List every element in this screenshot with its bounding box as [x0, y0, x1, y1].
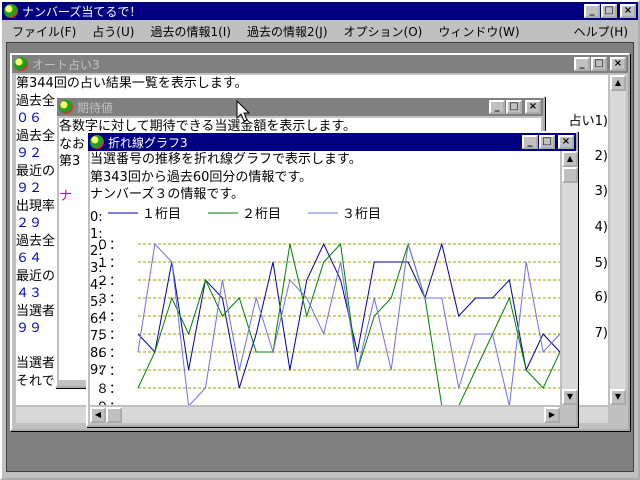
close-icon[interactable]: × [620, 4, 636, 18]
menu-past-info-1[interactable]: 過去の情報1(I) [142, 23, 239, 40]
menu-fortune[interactable]: 占う(U) [84, 23, 142, 40]
graph-title: 折れ線グラフ3 [108, 135, 188, 150]
y-tick-label: ４： [96, 310, 122, 325]
graph-close-icon[interactable]: × [558, 135, 574, 149]
graph-content: 当選番号の推移を折れ線グラフで表示します。 第343回から過去60回分の情報です… [90, 151, 560, 405]
fortune-title: オート占い3 [32, 57, 100, 72]
expect-maximize-icon[interactable]: □ [506, 100, 522, 114]
fortune-right-item: 2) [594, 149, 608, 164]
menu-options[interactable]: オプション(O) [336, 23, 431, 40]
minimize-icon[interactable]: _ [584, 4, 600, 18]
maximize-icon[interactable]: □ [601, 4, 617, 18]
fortune-line: 第344回の占い結果一覧を表示します。 [16, 76, 248, 91]
menu-help[interactable]: ヘルプ(H) [566, 23, 636, 40]
menu-file[interactable]: ファイル(F) [4, 23, 84, 40]
fortune-right-item: 7) [594, 326, 608, 341]
graph-hscroll-thumb[interactable] [106, 407, 122, 423]
fortune-maximize-icon[interactable]: □ [591, 57, 607, 71]
graph-scroll-right-icon[interactable]: ▶ [544, 407, 560, 423]
expect-minimize-icon[interactable]: _ [489, 100, 505, 114]
fortune-close-icon[interactable]: × [610, 57, 626, 71]
expect-titlebar[interactable]: 期待値 _ □ × [57, 98, 543, 116]
graph-scroll-down-icon[interactable]: ▼ [562, 389, 578, 405]
fortune-window-icon[interactable] [14, 57, 28, 71]
y-tick-label: ３： [96, 292, 122, 307]
graph-horizontal-scrollbar[interactable]: ◀ ▶ [90, 407, 560, 423]
graph-scroll-thumb[interactable] [562, 167, 578, 183]
y-tick-label: ６： [96, 346, 122, 361]
fortune-vertical-scrollbar[interactable]: ▲ ▼ [610, 75, 626, 405]
fortune-right-item: 4) [594, 220, 608, 235]
expect-title: 期待値 [77, 100, 114, 115]
graph-scroll-up-icon[interactable]: ▲ [562, 151, 578, 167]
fortune-right-item: 占い1) [568, 114, 608, 129]
graph-scroll-left-icon[interactable]: ◀ [90, 407, 106, 423]
app-icon[interactable] [4, 4, 18, 18]
legend-label: １桁目 [142, 207, 181, 222]
main-titlebar[interactable]: ナンバーズ当てるで！ _ □ × [2, 2, 638, 20]
fortune-right-item: 3) [594, 184, 608, 199]
graph-window: 折れ線グラフ3 _ □ × 当選番号の推移を折れ線グラフで表示します。 第343… [86, 131, 578, 427]
y-tick-label: ９： [96, 400, 122, 405]
fortune-titlebar[interactable]: オート占い3 _ □ × [12, 55, 628, 73]
graph-vertical-scrollbar[interactable]: ▲ ▼ [562, 151, 578, 405]
fortune-scroll-up-icon[interactable]: ▲ [610, 75, 626, 91]
graph-maximize-icon[interactable]: □ [539, 135, 555, 149]
y-tick-label: ７： [96, 364, 122, 379]
series-line [137, 242, 560, 405]
graph-description: 当選番号の推移を折れ線グラフで表示します。 [90, 152, 362, 167]
graph-window-icon[interactable] [90, 135, 104, 149]
expect-close-icon[interactable]: × [525, 100, 541, 114]
expect-window-icon[interactable] [59, 100, 73, 114]
graph-titlebar[interactable]: 折れ線グラフ3 _ □ × [88, 133, 576, 151]
graph-game-info: ナンバーズ３の情報です。 [90, 187, 245, 202]
graph-minimize-icon[interactable]: _ [522, 135, 538, 149]
left-axis-label: 0: [90, 210, 103, 225]
menu-past-info-2[interactable]: 過去の情報2(J) [239, 23, 336, 40]
y-tick-label: ５： [96, 328, 122, 343]
legend-label: ３桁目 [342, 207, 381, 222]
legend-label: ２桁目 [242, 207, 281, 222]
y-tick-label: ８： [96, 382, 122, 397]
fortune-scroll-down-icon[interactable]: ▼ [610, 389, 626, 405]
fortune-right-item: 6) [594, 290, 608, 305]
main-title: ナンバーズ当てるで！ [22, 4, 142, 19]
y-tick-label: １： [96, 256, 122, 271]
fortune-right-item: 5) [594, 256, 608, 271]
line-chart: １桁目 ２桁目 ３桁目0:1:2:3:4:5:6:7:8:9:０：１：２：３：４：５… [90, 207, 560, 405]
y-tick-label: ２： [96, 274, 122, 289]
fortune-minimize-icon[interactable]: _ [574, 57, 590, 71]
menu-bar: ファイル(F) 占う(U) 過去の情報1(I) 過去の情報2(J) オプション(… [4, 22, 636, 40]
y-tick-label: ０： [96, 238, 122, 253]
menu-window[interactable]: ウィンドウ(W) [430, 23, 527, 40]
graph-range-info: 第343回から過去60回分の情報です。 [90, 169, 313, 185]
mouse-cursor-icon [236, 100, 250, 122]
